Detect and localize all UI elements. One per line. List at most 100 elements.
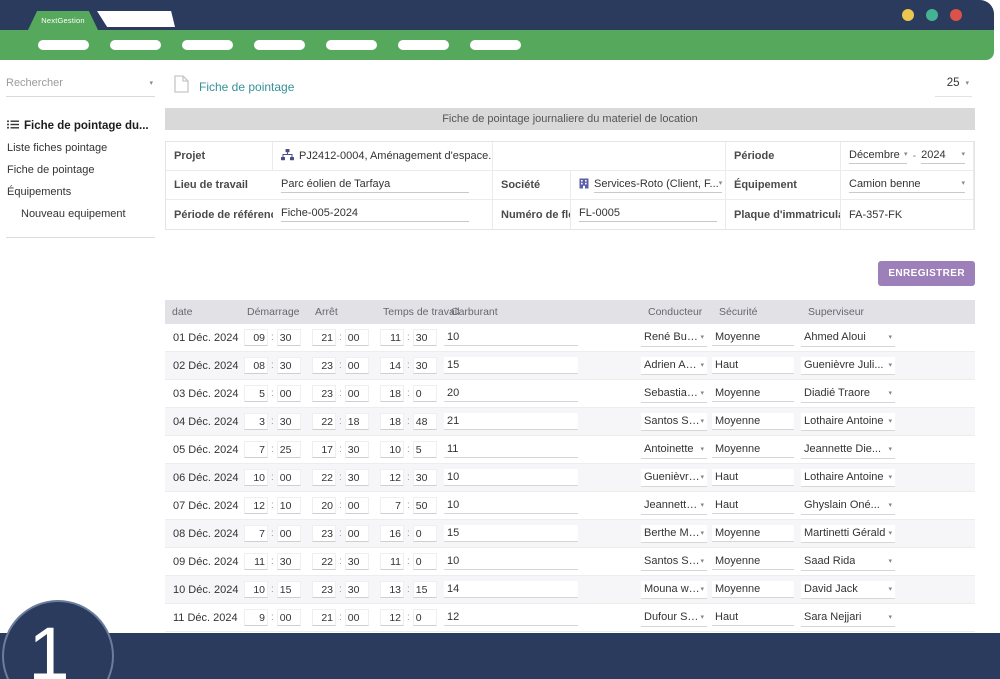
fuel-input[interactable] — [444, 441, 578, 458]
start-minute-input[interactable] — [277, 385, 301, 402]
start-minute-input[interactable] — [277, 441, 301, 458]
work-minute-input[interactable] — [413, 413, 437, 430]
safety-input[interactable] — [712, 329, 794, 346]
stop-minute-input[interactable] — [345, 441, 369, 458]
safety-input[interactable] — [712, 385, 794, 402]
stop-minute-input[interactable] — [345, 329, 369, 346]
fuel-input[interactable] — [444, 497, 578, 514]
driver-select[interactable]: René Buvat ▾ — [641, 329, 707, 347]
work-hour-input[interactable] — [380, 553, 404, 570]
nav-pill-redacted[interactable] — [398, 40, 449, 50]
start-hour-input[interactable] — [244, 385, 268, 402]
supervisor-select[interactable]: Saad Rida ▾ — [801, 553, 895, 571]
nav-pill-redacted[interactable] — [470, 40, 521, 50]
stop-minute-input[interactable] — [345, 497, 369, 514]
stop-hour-input[interactable] — [312, 385, 336, 402]
stop-minute-input[interactable] — [345, 553, 369, 570]
start-minute-input[interactable] — [277, 525, 301, 542]
month-select[interactable]: Décembre ▾ — [849, 149, 907, 164]
work-minute-input[interactable] — [413, 385, 437, 402]
start-hour-input[interactable] — [244, 581, 268, 598]
driver-select[interactable]: Santos Santos ▾ — [641, 553, 707, 571]
work-minute-input[interactable] — [413, 497, 437, 514]
start-minute-input[interactable] — [277, 497, 301, 514]
supervisor-select[interactable]: Sara Nejjari ▾ — [801, 609, 895, 627]
supervisor-select[interactable]: Guenièvre Juli... ▾ — [801, 357, 895, 375]
search-input[interactable]: Rechercher ▾ — [6, 75, 155, 97]
stop-minute-input[interactable] — [345, 469, 369, 486]
safety-input[interactable] — [712, 609, 794, 626]
stop-minute-input[interactable] — [345, 609, 369, 626]
societe-select[interactable]: Services-Roto (Client, F... ▾ — [594, 178, 722, 193]
start-hour-input[interactable] — [244, 497, 268, 514]
start-minute-input[interactable] — [277, 357, 301, 374]
reference-input[interactable]: Fiche-005-2024 — [281, 207, 469, 222]
driver-select[interactable]: Jeannette Die... ▾ — [641, 497, 707, 515]
work-minute-input[interactable] — [413, 357, 437, 374]
safety-input[interactable] — [712, 469, 794, 486]
start-hour-input[interactable] — [244, 441, 268, 458]
close-dot-icon[interactable] — [950, 9, 962, 21]
work-hour-input[interactable] — [380, 357, 404, 374]
start-hour-input[interactable] — [244, 609, 268, 626]
work-hour-input[interactable] — [380, 385, 404, 402]
equipement-select[interactable]: Camion benne ▾ — [849, 178, 965, 193]
work-minute-input[interactable] — [413, 581, 437, 598]
work-hour-input[interactable] — [380, 329, 404, 346]
sidebar-item-fiche-pointage[interactable]: Fiche de pointage — [0, 159, 162, 181]
start-hour-input[interactable] — [244, 525, 268, 542]
safety-input[interactable] — [712, 581, 794, 598]
stop-hour-input[interactable] — [312, 413, 336, 430]
sidebar-item-liste-fiches[interactable]: Liste fiches pointage — [0, 137, 162, 159]
stop-minute-input[interactable] — [345, 357, 369, 374]
stop-hour-input[interactable] — [312, 329, 336, 346]
fuel-input[interactable] — [444, 357, 578, 374]
fuel-input[interactable] — [444, 329, 578, 346]
safety-input[interactable] — [712, 525, 794, 542]
stop-minute-input[interactable] — [345, 385, 369, 402]
stop-minute-input[interactable] — [345, 413, 369, 430]
nav-pill-redacted[interactable] — [38, 40, 89, 50]
driver-select[interactable]: Sebastian Seb... ▾ — [641, 385, 707, 403]
work-minute-input[interactable] — [413, 553, 437, 570]
work-hour-input[interactable] — [380, 441, 404, 458]
driver-select[interactable]: Adrien Adrien ▾ — [641, 357, 707, 375]
start-hour-input[interactable] — [244, 329, 268, 346]
nav-pill-redacted[interactable] — [182, 40, 233, 50]
work-hour-input[interactable] — [380, 609, 404, 626]
work-hour-input[interactable] — [380, 469, 404, 486]
nav-pill-redacted[interactable] — [326, 40, 377, 50]
supervisor-select[interactable]: Ghyslain Oné... ▾ — [801, 497, 895, 515]
driver-select[interactable]: Mouna wafir ▾ — [641, 581, 707, 599]
driver-select[interactable]: Guenièvre Juli... ▾ — [641, 469, 707, 487]
work-hour-input[interactable] — [380, 525, 404, 542]
year-select[interactable]: 2024 ▾ — [921, 149, 965, 164]
start-minute-input[interactable] — [277, 581, 301, 598]
start-minute-input[interactable] — [277, 329, 301, 346]
safety-input[interactable] — [712, 497, 794, 514]
flotte-input[interactable]: FL-0005 — [579, 207, 717, 222]
driver-select[interactable]: Berthe Marie-... ▾ — [641, 525, 707, 543]
work-minute-input[interactable] — [413, 469, 437, 486]
work-minute-input[interactable] — [413, 329, 437, 346]
minimize-dot-icon[interactable] — [902, 9, 914, 21]
maximize-dot-icon[interactable] — [926, 9, 938, 21]
safety-input[interactable] — [712, 553, 794, 570]
work-minute-input[interactable] — [413, 609, 437, 626]
stop-hour-input[interactable] — [312, 609, 336, 626]
driver-select[interactable]: Dufour Sarah ▾ — [641, 609, 707, 627]
nav-pill-redacted[interactable] — [110, 40, 161, 50]
work-minute-input[interactable] — [413, 525, 437, 542]
safety-input[interactable] — [712, 413, 794, 430]
stop-hour-input[interactable] — [312, 441, 336, 458]
supervisor-select[interactable]: Lothaire Antoine ▾ — [801, 413, 895, 431]
safety-input[interactable] — [712, 357, 794, 374]
work-hour-input[interactable] — [380, 413, 404, 430]
supervisor-select[interactable]: David Jack ▾ — [801, 581, 895, 599]
sidebar-item-fiche-du-jour[interactable]: Fiche de pointage du... — [0, 115, 162, 137]
fuel-input[interactable] — [444, 385, 578, 402]
stop-minute-input[interactable] — [345, 581, 369, 598]
supervisor-select[interactable]: Lothaire Antoine ▾ — [801, 469, 895, 487]
brand-tab[interactable]: NextGestion — [28, 11, 98, 30]
page-size-select[interactable]: 25 ▾ — [935, 77, 972, 97]
